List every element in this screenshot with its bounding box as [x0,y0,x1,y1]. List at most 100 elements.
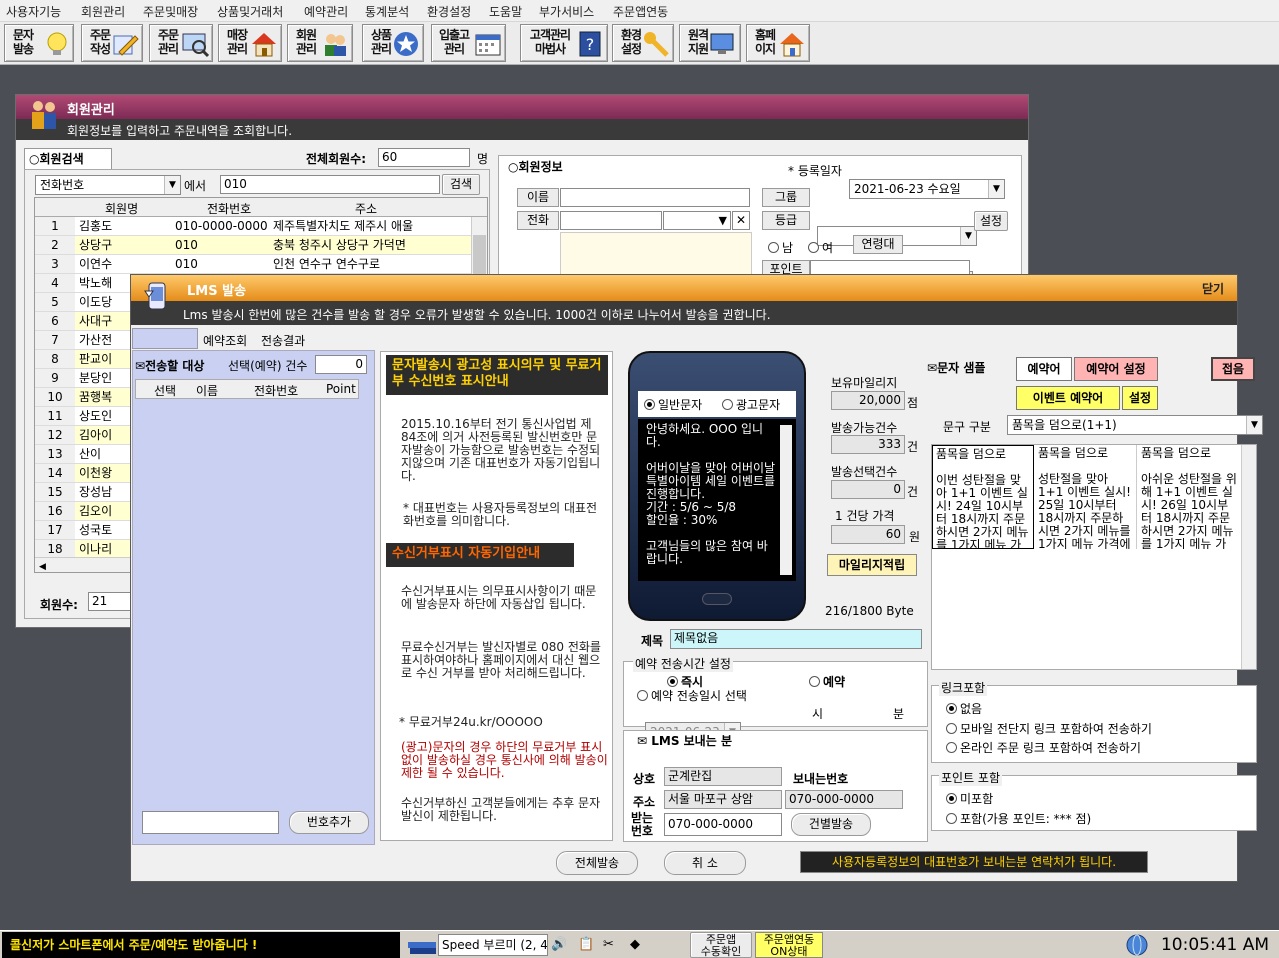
sample-scrollbar[interactable] [1241,445,1256,669]
speed-caller-field[interactable]: Speed 부르미 (2, 4 [438,934,548,956]
collapse-button[interactable]: 접음 [1211,357,1255,381]
chevron-down-icon: ▼ [988,180,1004,198]
phone-type-select[interactable]: ▼ [663,211,731,230]
add-number-input[interactable] [142,811,279,834]
footer-notice: 사용자등록정보의 대표번호가 보내는분 연락처가 됩니다. [800,851,1148,873]
sample-card[interactable]: 품목을 덤으로 성탄절을 맞아 1+1 이벤트 실시! 25일 10시부터 18… [1035,445,1137,549]
search-input[interactable]: 010 [220,175,440,194]
table-row[interactable]: 1 김홍도 010-0000-0000 제주특별자치도 제주시 애울 [35,217,487,236]
selected-count-label: 선택(예약) 건수 [228,359,308,373]
customer-wizard-button[interactable]: 고객관리 마법사 ? [520,24,608,62]
sample-card[interactable]: 품목을 덤으로 아쉬운 성탄절을 위해 1+1 이벤트 실시! 26일 10시부… [1138,445,1240,550]
event-reserve-button[interactable]: 이벤트 예약어 [1016,386,1120,410]
row-number: 9 [35,369,75,387]
tab-send[interactable] [132,328,198,349]
search-button[interactable]: 검색 [442,174,480,195]
row-number: 12 [35,426,75,444]
homepage-button[interactable]: 홈페 이지 [746,24,810,62]
message-scrollbar[interactable] [780,425,792,575]
member-manage-button[interactable]: 회원 관리 [287,24,353,62]
order-manage-button[interactable]: 주문 관리 [149,24,213,62]
link-online-radio[interactable]: 온라인 주문 링크 포함하여 전송하기 [946,739,1141,756]
point-no-radio[interactable]: 미포함 [946,790,993,807]
store-manage-button[interactable]: 매장 관리 [218,24,282,62]
phone-input[interactable] [560,211,662,230]
menu-item[interactable]: 상품및거래처 [217,3,283,20]
product-manage-button[interactable]: 상품 관리 [362,24,424,62]
receive-input[interactable]: 070-000-0000 [664,813,782,836]
sample-card[interactable]: 품목을 덤으로 이번 성탄절을 맞아 1+1 이벤트 실시! 24일 10시부터… [932,445,1034,549]
menu-item[interactable]: 도움말 [489,3,522,20]
clear-phone-button[interactable]: ✕ [732,211,750,230]
ad-message-radio[interactable]: 광고문자 [722,396,780,413]
members-icon [32,101,56,129]
menu-item[interactable]: 부가서비스 [539,3,594,20]
reserve-word-button[interactable]: 예약어 [1016,357,1072,381]
menu-item[interactable]: 예약관리 [304,3,348,20]
age-label: 연령대 [853,235,903,254]
table-row[interactable]: 3 이연수 010 인천 연수구 연수구로 [35,255,487,274]
close-button[interactable]: 닫기 [1202,280,1224,297]
phone-preview: 일반문자 광고문자 안녕하세요. OOO 입니다. 어버이날을 맞아 어버이날 … [628,351,806,621]
cancel-button[interactable]: 취 소 [664,851,746,875]
menu-item[interactable]: 주문앱연동 [613,3,668,20]
event-setting-button[interactable]: 설정 [1122,386,1158,410]
menu-item[interactable]: 환경설정 [427,3,471,20]
search-in-label: 에서 [184,179,207,193]
point-yes-radio[interactable]: 포함(가용 포인트: *** 점) [946,810,1091,827]
normal-message-radio[interactable]: 일반문자 [644,396,702,413]
order-app-status[interactable]: 주문앱연동 ON상태 [755,932,823,958]
row-number: 7 [35,331,75,349]
menu-item[interactable]: 통계분석 [365,3,409,20]
male-radio[interactable]: 남 [768,239,793,256]
tab-reserve-list[interactable]: 예약조회 [203,332,247,349]
reserve-select-radio[interactable]: 예약 전송일시 선택 [637,687,747,704]
calendar-icon [475,34,501,56]
order-write-button[interactable]: 주문 작성 [81,24,143,62]
reserve-radio[interactable]: 예약 [809,673,845,690]
member-name: 김홍도 [79,219,113,233]
message-textarea[interactable]: 안녕하세요. OOO 입니다. 어버이날을 맞아 어버이날 특별아이템 세일 이… [638,419,796,581]
mileage-charge-button[interactable]: 마일리지적립 [827,554,917,576]
address-label: 주소 [633,795,656,809]
cut-icon[interactable]: ✂ [603,937,614,952]
subject-input[interactable]: 제목없음 [670,629,922,649]
phrase-select[interactable]: 품목을 덤으로(1+1) ▼ [1007,415,1263,435]
radio-icon [768,242,779,253]
speaker-icon[interactable]: 🔊 [551,937,567,952]
sms-send-button[interactable]: 문자 발송 [4,24,74,62]
single-send-button[interactable]: 건별발송 [791,813,871,836]
search-field-select[interactable]: 전화번호 ▼ [35,175,181,195]
send-all-button[interactable]: 전체발송 [556,851,638,875]
table-row[interactable]: 2 상당구 010 충북 청주시 상당구 가덕면 [35,236,487,255]
tab-send-result[interactable]: 전송결과 [261,332,305,349]
notice-title-refuse: 수신거부표시 자동기입안내 [386,543,574,567]
group-label: 그룹 [762,188,810,207]
stock-manage-button[interactable]: 입출고 관리 [431,24,506,62]
add-number-button[interactable]: 번호추가 [289,811,369,834]
note-icon[interactable]: 📋 [578,937,594,952]
sender-no-field: 070-000-0000 [785,790,903,809]
menu-item[interactable]: 사용자기능 [6,3,61,20]
menu-item[interactable]: 회원관리 [81,3,125,20]
row-number: 17 [35,521,75,539]
order-app-check-button[interactable]: 주문앱 수동확인 [690,932,752,958]
reg-date-picker[interactable]: 2021-06-23 수요일 ▼ [849,179,1005,199]
address-field: 서울 마포구 상암 [664,790,782,809]
notice-text2: * 대표번호는 사용자등록정보의 대표전화번호를 의미합니다. [403,501,598,528]
help-icon: ? [579,31,601,57]
name-input[interactable] [560,188,750,207]
link-mobile-radio[interactable]: 모바일 전단지 링크 포함하여 전송하기 [946,720,1152,737]
female-radio[interactable]: 여 [808,239,833,256]
settings-button[interactable]: 환경 설정 [612,24,674,62]
menu-item[interactable]: 주문및매장 [143,3,198,20]
window-icon[interactable]: ◆ [630,937,640,952]
remote-support-button[interactable]: 원격 지원 [679,24,741,62]
tab-member-info[interactable]: ○회원정보 [508,158,563,175]
member-count-label: 회원수: [40,598,78,612]
grade-setting-button[interactable]: 설정 [974,211,1008,231]
byte-counter: 216/1800 Byte [825,604,914,618]
reserve-word-setting-button[interactable]: 예약어 설정 [1074,357,1158,381]
link-none-radio[interactable]: 없음 [946,700,982,717]
tab-member-search[interactable]: ○회원검색 [24,148,112,170]
